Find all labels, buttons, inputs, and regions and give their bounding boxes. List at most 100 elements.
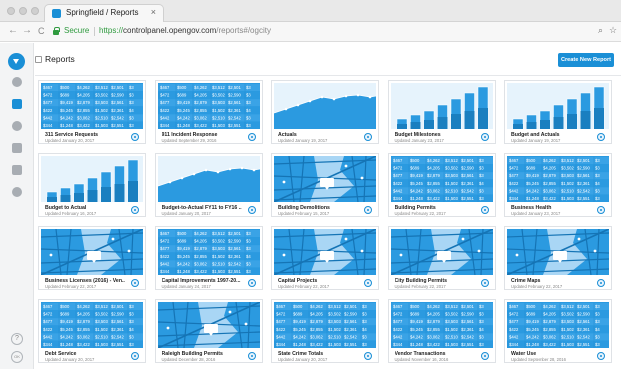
report-thumbnail[interactable]: $467 $500 $4,262 $3,512 $2,501 $3 $472 $689 $4,2… xyxy=(507,156,609,202)
table-thumb-cell: $2,510 xyxy=(561,334,574,339)
report-thumbnail[interactable] xyxy=(274,229,376,275)
help-icon[interactable]: ? xyxy=(11,333,23,345)
tab-close-icon[interactable]: × xyxy=(151,7,156,17)
rail-item-5[interactable] xyxy=(3,164,31,184)
bar-thumb-bar-segment xyxy=(580,111,591,129)
report-thumbnail[interactable]: $467 $500 $4,262 $3,512 $2,501 $3 $472 $689 $4,2… xyxy=(274,302,376,348)
star-icon[interactable]: ☆ xyxy=(609,25,617,36)
report-thumbnail[interactable]: $467 $500 $4,262 $3,512 $2,501 $3 $472 $689 $4,2… xyxy=(41,302,143,348)
table-thumb-row xyxy=(390,179,493,187)
app-logo-icon[interactable] xyxy=(8,53,25,70)
browser-tab[interactable]: Springfield / Reports × xyxy=(44,4,164,22)
table-thumb-cell: $2,879 xyxy=(543,173,556,178)
report-thumbnail[interactable] xyxy=(507,83,609,129)
report-card[interactable]: Capital Projects Updated February 22, 201… xyxy=(271,226,379,290)
table-thumb-cell: $4,262 xyxy=(194,85,207,90)
table-thumb-cell: $2,542 xyxy=(228,115,241,120)
report-card[interactable]: Budget and Actuals Updated January 19, 20… xyxy=(504,80,612,144)
table-thumb-cell: $9,419 xyxy=(177,246,190,251)
report-card[interactable]: $467 $500 $4,262 $3,512 $2,501 $3 $472 $689 $4,2… xyxy=(38,299,146,363)
table-thumb-cell: $2,501 xyxy=(111,85,124,90)
globe-icon xyxy=(480,206,489,214)
report-thumbnail[interactable] xyxy=(157,156,260,202)
report-thumbnail[interactable]: $467 $500 $4,262 $3,512 $2,501 $3 $472 $689 $4,2… xyxy=(390,156,493,202)
rail-item-3[interactable] xyxy=(3,120,31,140)
rail-item-reports[interactable] xyxy=(3,98,31,118)
globe-icon xyxy=(480,133,489,141)
table-thumb-cell: $3 xyxy=(129,304,134,309)
reports-icon xyxy=(12,99,22,109)
report-card[interactable]: Budget Milestones Updated January 23, 201… xyxy=(387,80,496,144)
report-thumbnail[interactable] xyxy=(274,83,376,129)
report-card[interactable]: Budget-to-Actual FY11 to FY16 ... Updated… xyxy=(154,153,263,217)
report-thumbnail[interactable]: $467 $500 $4,262 $3,512 $2,501 $3 $472 $689 $4,2… xyxy=(390,302,493,348)
map-thumb-marker xyxy=(127,249,131,253)
report-card[interactable]: City Building Permits Updated February 22… xyxy=(387,226,496,290)
report-thumbnail[interactable] xyxy=(274,156,376,202)
table-thumb-cell: $3,422 xyxy=(194,123,207,128)
report-card[interactable]: Actuals Updated January 19, 2017 xyxy=(271,80,379,144)
zoom-window-dot[interactable] xyxy=(31,7,39,15)
forward-icon[interactable]: → xyxy=(22,25,32,36)
table-thumb-cell: $2,510 xyxy=(445,334,458,339)
table-thumb-cell: $3 xyxy=(479,188,484,193)
report-thumbnail[interactable] xyxy=(390,229,493,275)
table-thumb-row xyxy=(507,310,609,318)
report-card[interactable]: Budget to Actual Updated February 16, 201… xyxy=(38,153,146,217)
table-thumb-cell: $3,502 xyxy=(328,312,341,317)
report-card[interactable]: Raleigh Building Permits Updated December… xyxy=(154,299,263,363)
report-card[interactable]: $467 $500 $4,262 $3,512 $2,501 $3 $472 $689 $4,2… xyxy=(387,299,496,363)
report-card[interactable]: $467 $500 $4,262 $3,512 $2,501 $3 $472 $689 $4,2… xyxy=(154,226,263,290)
table-thumb-row xyxy=(157,91,260,99)
report-card[interactable]: Crime Maps Updated February 22, 2017 xyxy=(504,226,612,290)
table-thumb-cell: $2,551 xyxy=(461,196,474,201)
table-thumb-row xyxy=(41,325,143,333)
report-thumbnail[interactable]: $467 $500 $4,262 $3,512 $2,501 $3 $472 $689 $4,2… xyxy=(157,229,260,275)
area-thumb-point xyxy=(252,168,255,172)
table-thumb-cell: $344 xyxy=(509,196,519,201)
report-thumbnail[interactable] xyxy=(41,229,143,275)
search-icon[interactable]: ⌕ xyxy=(598,25,603,36)
table-thumb-cell: $3 xyxy=(595,312,600,317)
report-thumbnail[interactable] xyxy=(507,229,609,275)
report-card[interactable]: Business Licenses (2016) - Ven... Updated… xyxy=(38,226,146,290)
table-thumb-cell: $3,512 xyxy=(328,304,341,309)
table-thumb-cell: $2,542 xyxy=(577,188,590,193)
rail-item-4[interactable] xyxy=(3,142,31,162)
table-thumb-cell: $689 xyxy=(526,312,536,317)
table-thumb-cell: $9,419 xyxy=(410,319,423,324)
reload-icon[interactable]: C xyxy=(38,26,45,36)
table-thumb-cell: $1,248 xyxy=(60,123,73,128)
report-card[interactable]: $467 $500 $4,262 $3,512 $2,501 $3 $472 $689 $4,2… xyxy=(271,299,379,363)
address-bar[interactable]: Secure https://controlpanel.opengov.com/… xyxy=(53,25,593,39)
bar-thumb-bar-segment xyxy=(450,114,461,129)
report-card[interactable]: $467 $500 $4,262 $3,512 $2,501 $3 $472 $689 $4,2… xyxy=(38,80,146,144)
rail-item-1[interactable] xyxy=(3,76,31,96)
rail-item-6[interactable] xyxy=(3,186,31,206)
globe-icon xyxy=(597,206,605,214)
back-icon[interactable]: ← xyxy=(8,25,18,36)
table-thumb-cell: $3,503 xyxy=(95,100,108,105)
report-card[interactable]: $467 $500 $4,262 $3,512 $2,501 $3 $472 $689 $4,2… xyxy=(387,153,496,217)
report-card[interactable]: Building Demolitions Updated February 15,… xyxy=(271,153,379,217)
user-avatar[interactable]: OK xyxy=(11,351,23,363)
table-thumb-cell: $344 xyxy=(393,342,403,347)
report-thumbnail[interactable] xyxy=(390,83,493,129)
close-window-dot[interactable] xyxy=(7,7,15,15)
report-card[interactable]: $467 $500 $4,262 $3,512 $2,501 $3 $472 $689 $4,2… xyxy=(504,299,612,363)
report-card[interactable]: $467 $500 $4,262 $3,512 $2,501 $3 $472 $689 $4,2… xyxy=(154,80,263,144)
minimize-window-dot[interactable] xyxy=(19,7,27,15)
report-thumbnail[interactable] xyxy=(41,156,143,202)
create-new-report-button[interactable]: Create New Report xyxy=(558,53,614,67)
report-thumbnail[interactable]: $467 $500 $4,262 $3,512 $2,501 $3 $472 $689 $4,2… xyxy=(157,83,260,129)
report-thumbnail[interactable]: $467 $500 $4,262 $3,512 $2,501 $3 $472 $689 $4,2… xyxy=(507,302,609,348)
table-thumb-cell: $2,361 xyxy=(111,327,124,332)
table-thumb-cell: $477 xyxy=(509,319,519,324)
table-thumb-cell: $2,551 xyxy=(111,123,124,128)
report-thumbnail[interactable] xyxy=(157,302,260,348)
table-thumb-cell: $3,512 xyxy=(95,85,108,90)
report-thumbnail[interactable]: $467 $500 $4,262 $3,512 $2,501 $3 $472 $689 $4,2… xyxy=(41,83,143,129)
report-card[interactable]: $467 $500 $4,262 $3,512 $2,501 $3 $472 $689 $4,2… xyxy=(504,153,612,217)
table-thumb-cell: $472 xyxy=(43,312,53,317)
table-thumb-cell: $3 xyxy=(246,231,251,236)
